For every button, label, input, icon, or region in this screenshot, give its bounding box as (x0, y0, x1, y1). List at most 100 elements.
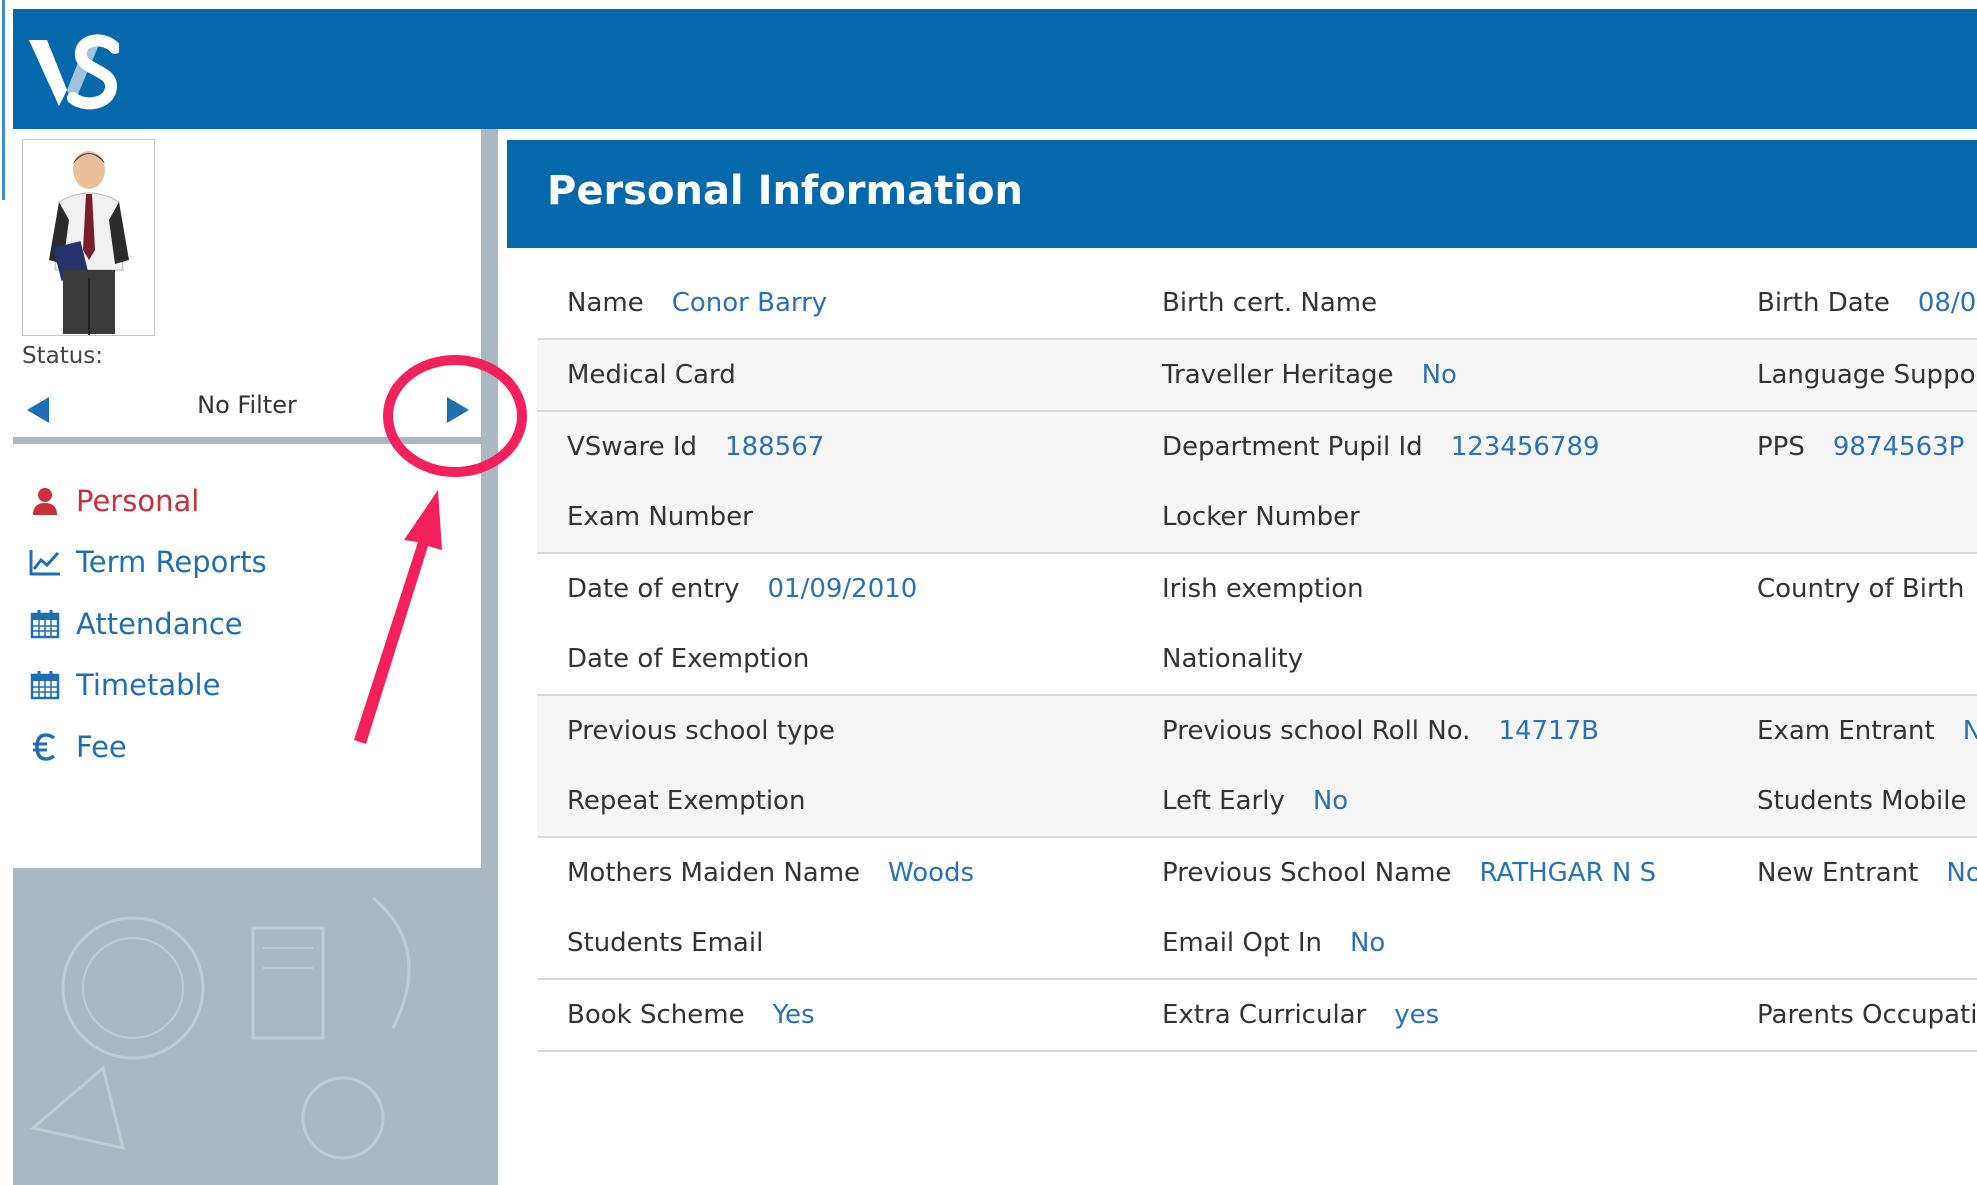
sidebar-item-fee[interactable]: Fee (13, 716, 481, 778)
info-field: Nationality (1162, 624, 1303, 694)
field-value: 08/0 (1917, 288, 1977, 318)
sidebar-item-attendance[interactable]: Attendance (13, 593, 481, 655)
section-header: Personal Information (507, 140, 1977, 248)
info-field: Repeat Exemption (567, 766, 805, 836)
field-label: Country of Birth (1757, 574, 1965, 604)
sidebar-item-label: Term Reports (76, 545, 267, 580)
info-line: Book Scheme Yes Extra Curricular yes Parents… (537, 980, 1977, 1050)
field-label: Traveller Heritage (1162, 360, 1394, 390)
field-label: Exam Number (567, 502, 753, 532)
info-field: Medical Card (567, 340, 736, 410)
field-label: Left Early (1162, 786, 1285, 816)
info-line: Repeat Exemption Left Early No Students Mob… (537, 766, 1977, 836)
info-line: Date of Exemption Nationality (537, 624, 1977, 694)
field-value: 01/09/2010 (767, 574, 918, 604)
info-line: Mothers Maiden Name Woods Previous School … (537, 838, 1977, 908)
field-label: Name (567, 288, 644, 318)
info-row: Book Scheme Yes Extra Curricular yes Parents… (537, 980, 1977, 1052)
info-field: Mothers Maiden Name Woods (567, 838, 974, 908)
info-field: Parents Occupation (1757, 980, 1977, 1050)
field-value: No (1946, 858, 1977, 888)
window-edge-line (2, 0, 5, 200)
info-row: Mothers Maiden Name Woods Previous School … (537, 838, 1977, 980)
field-label: Students Mobile (1757, 786, 1967, 816)
sidebar-item-personal[interactable]: Personal (13, 470, 481, 532)
field-label: Medical Card (567, 360, 736, 390)
field-value: 188567 (725, 432, 825, 462)
field-label: New Entrant (1757, 858, 1919, 888)
field-label: Date of entry (567, 574, 740, 604)
info-field: Irish exemption (1162, 554, 1364, 624)
info-field: Locker Number (1162, 482, 1360, 552)
field-label: Birth cert. Name (1162, 288, 1378, 318)
field-label: Irish exemption (1162, 574, 1364, 604)
user-icon (28, 484, 62, 518)
info-field: Department Pupil Id 123456789 (1162, 412, 1600, 482)
info-line: VSware Id 188567 Department Pupil Id 123456… (537, 412, 1977, 482)
field-label: Locker Number (1162, 502, 1360, 532)
triangle-right-icon[interactable] (443, 393, 473, 427)
sidebar-menu: Personal Term Reports Attendance Timetab… (13, 470, 481, 778)
info-field: Book Scheme Yes (567, 980, 815, 1050)
line-chart-icon (28, 545, 62, 579)
info-line: Exam Number Locker Number (537, 482, 1977, 552)
field-value: Conor Barry (671, 288, 828, 318)
field-label: Exam Entrant (1757, 716, 1935, 746)
info-field: Email Opt In No (1162, 908, 1385, 978)
info-field: Birth cert. Name (1162, 268, 1377, 338)
field-label: Nationality (1162, 644, 1304, 674)
euro-icon (28, 730, 62, 764)
field-value: 9874563P (1832, 432, 1965, 462)
app-window: Status: No Filter Personal Term Reports (0, 0, 1977, 1185)
field-value: No (1349, 928, 1386, 958)
info-field: Students Mobile (1757, 766, 1966, 836)
page-title: Personal Information (547, 168, 1023, 214)
field-value: No (1421, 360, 1457, 390)
field-label: Email Opt In (1162, 928, 1322, 958)
field-label: Language Support (1757, 360, 1977, 390)
field-label: Book Scheme (567, 1000, 745, 1030)
field-value: 14717B (1498, 716, 1599, 746)
field-value: No (1962, 716, 1977, 746)
field-label: Extra Curricular (1162, 1000, 1367, 1030)
info-field: Language Support (1757, 340, 1977, 410)
field-value: Yes (772, 1000, 815, 1030)
sidebar-item-label: Personal (76, 483, 200, 518)
info-line: Medical Card Traveller Heritage No Language… (537, 340, 1977, 410)
info-field: Birth Date 08/0 (1757, 268, 1976, 338)
field-label: Mothers Maiden Name (567, 858, 861, 888)
calendar-icon (28, 668, 62, 702)
sidebar-item-label: Fee (76, 729, 127, 764)
info-field: New Entrant No (1757, 838, 1977, 908)
info-field: Extra Curricular yes (1162, 980, 1439, 1050)
doodle-pattern (29, 896, 411, 1160)
status-label: Status: (22, 343, 104, 369)
info-row: Name Conor Barry Birth cert. Name Birth Dat… (537, 268, 1977, 340)
info-field: Exam Entrant No (1757, 696, 1977, 766)
personal-info-grid: Name Conor Barry Birth cert. Name Birth Dat… (537, 268, 1977, 1052)
info-field: Name Conor Barry (567, 268, 827, 338)
field-value: 123456789 (1450, 432, 1600, 462)
vsware-logo[interactable] (27, 28, 119, 112)
info-field: Date of entry 01/09/2010 (567, 554, 917, 624)
info-field: Left Early No (1162, 766, 1348, 836)
info-line: Students Email Email Opt In No (537, 908, 1977, 978)
info-row: Date of entry 01/09/2010 Irish exemption Co… (537, 554, 1977, 696)
sidebar-item-timetable[interactable]: Timetable (13, 655, 481, 717)
student-photo (22, 139, 155, 336)
field-label: PPS (1757, 432, 1805, 462)
field-label: Previous school Roll No. (1162, 716, 1471, 746)
info-row: Previous school type Previous school Roll… (537, 696, 1977, 838)
status-filter-value: No Filter (197, 391, 297, 419)
info-line: Previous school type Previous school Roll… (537, 696, 1977, 766)
info-field: Previous School Name RATHGAR N S (1162, 838, 1656, 908)
field-label: Parents Occupation (1757, 1000, 1977, 1030)
top-header-bar (13, 9, 1977, 129)
info-field: VSware Id 188567 (567, 412, 824, 482)
sidebar-item-term-reports[interactable]: Term Reports (13, 532, 481, 594)
field-label: VSware Id (567, 432, 698, 462)
field-label: Repeat Exemption (567, 786, 806, 816)
info-field: Traveller Heritage No (1162, 340, 1457, 410)
field-label: Department Pupil Id (1162, 432, 1423, 462)
info-line: Name Conor Barry Birth cert. Name Birth Dat… (537, 268, 1977, 338)
